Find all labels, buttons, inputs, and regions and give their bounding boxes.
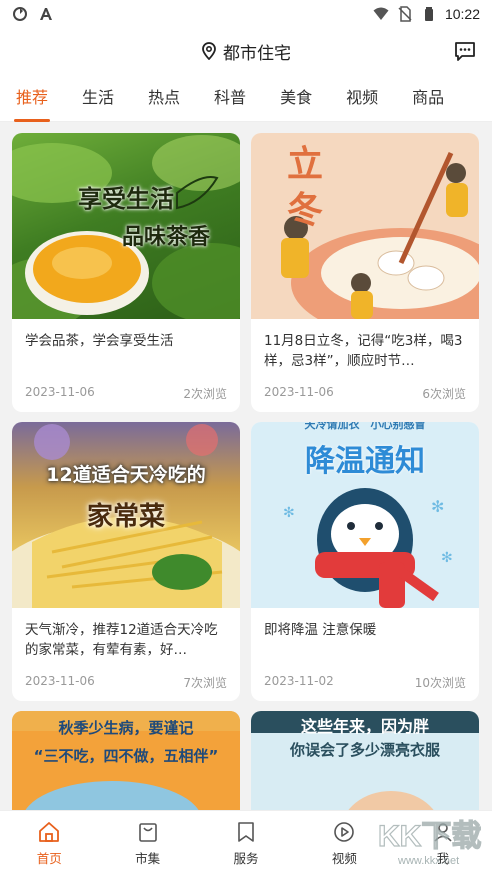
top-bar: 都市住宅: [0, 28, 492, 74]
nav-home-label: 首页: [36, 851, 62, 866]
article-card[interactable]: 秋季少生病，要谨记 “三不吃，四不做，五相伴”: [12, 711, 240, 810]
no-sim-icon: [398, 6, 412, 22]
wifi-icon: [373, 7, 389, 20]
article-image: 这些年来，因为胖 你误会了多少漂亮衣服: [251, 711, 479, 810]
tab-video[interactable]: 视频: [346, 74, 378, 122]
article-date: 2023-11-02: [264, 674, 334, 688]
article-views: 6次浏览: [422, 387, 466, 401]
location-label: 都市住宅: [223, 43, 291, 64]
image-caption-line2: 冬: [286, 189, 323, 231]
article-image: 享受生活 品味茶香: [12, 133, 240, 319]
status-time: 10:22: [444, 6, 480, 22]
article-title: 11月8日立冬，记得“吃3样，喝3样，忌3样”，顺应时节…: [264, 333, 463, 369]
article-image: 立 冬: [251, 133, 479, 319]
article-title: 天气渐冷，推荐12道适合天冷吃的家常菜，有荤有素，好…: [25, 622, 218, 658]
bookmark-icon: [238, 822, 254, 842]
message-icon[interactable]: [454, 40, 476, 62]
article-image: 秋季少生病，要谨记 “三不吃，四不做，五相伴”: [12, 711, 240, 810]
image-caption-line2: 你误会了多少漂亮衣服: [289, 741, 440, 759]
image-caption-line1: 天冷请加衣 小心别感冒: [304, 422, 426, 431]
svg-text:www.kkx.net: www.kkx.net: [397, 855, 459, 867]
svg-text:✻: ✻: [441, 550, 453, 566]
article-card[interactable]: 这些年来，因为胖 你误会了多少漂亮衣服: [251, 711, 479, 810]
article-image: 12道适合天冷吃的 家常菜: [12, 422, 240, 608]
nav-service[interactable]: 服务: [197, 811, 295, 876]
status-bar: 10:22: [0, 0, 492, 28]
nav-market[interactable]: 市集: [98, 811, 196, 876]
nav-video-label: 视频: [331, 851, 357, 866]
nav-home[interactable]: 首页: [0, 811, 98, 876]
article-title: 学会品茶，学会享受生活: [25, 333, 174, 349]
image-caption-line1: 12道适合天冷吃的: [46, 464, 206, 486]
tab-goods[interactable]: 商品: [412, 74, 444, 122]
image-caption-line1: 秋季少生病，要谨记: [58, 719, 194, 737]
article-views: 7次浏览: [183, 676, 227, 690]
battery-icon: [424, 7, 433, 21]
sync-icon: [13, 7, 27, 21]
article-date: 2023-11-06: [25, 385, 95, 399]
image-caption-line2: 品味茶香: [121, 224, 210, 250]
shopping-bag-icon: [138, 823, 157, 842]
location-pin-icon: [202, 42, 216, 60]
image-caption-line1: 享受生活: [78, 184, 174, 213]
article-date: 2023-11-06: [264, 385, 334, 399]
article-views: 10次浏览: [414, 676, 466, 690]
location-selector[interactable]: 都市住宅: [201, 39, 291, 64]
svg-text:KK下载: KK下载: [378, 820, 481, 853]
image-caption-line2: 家常菜: [86, 502, 165, 532]
font-a-icon: [40, 8, 52, 20]
image-caption-line2: 降温通知: [305, 444, 425, 479]
svg-text:✻: ✻: [431, 497, 444, 516]
article-card[interactable]: 12道适合天冷吃的 家常菜 天气渐冷，推荐12道适合天冷吃的家常菜，有荤有素，好…: [12, 422, 240, 701]
article-card[interactable]: ✻ ✻ ✻ 天冷请加衣 小心别感冒 降温通知 即将降温 注意保暖 2023-11…: [251, 422, 479, 701]
nav-market-label: 市集: [135, 851, 161, 866]
article-date: 2023-11-06: [25, 674, 95, 688]
image-caption-line2: “三不吃，四不做，五相伴”: [33, 747, 219, 765]
article-feed: 享受生活 品味茶香 学会品茶，学会享受生活 2023-11-06 2次浏览 12…: [12, 133, 480, 810]
kk-watermark-logo: KK下载 www.kkx.net: [376, 810, 486, 870]
image-caption-line1: 这些年来，因为胖: [300, 717, 429, 736]
article-card[interactable]: 立 冬 11月8日立冬，记得“吃3样，喝3样，忌3样”，顺应时节… 2023-1…: [251, 133, 479, 412]
tab-food[interactable]: 美食: [280, 74, 312, 122]
image-caption-line1: 立: [286, 143, 323, 185]
article-card[interactable]: 享受生活 品味茶香 学会品茶，学会享受生活 2023-11-06 2次浏览: [12, 133, 240, 412]
svg-text:✻: ✻: [283, 505, 295, 521]
tab-life[interactable]: 生活: [82, 74, 114, 122]
article-title: 即将降温 注意保暖: [264, 622, 377, 638]
tab-recommend[interactable]: 推荐: [13, 74, 51, 122]
play-circle-icon: [334, 822, 355, 842]
article-image: ✻ ✻ ✻ 天冷请加衣 小心别感冒 降温通知: [251, 422, 479, 608]
tab-science[interactable]: 科普: [214, 74, 246, 122]
home-icon: [39, 822, 60, 842]
nav-service-label: 服务: [233, 851, 259, 866]
article-views: 2次浏览: [183, 387, 227, 401]
category-tabs: 推荐 生活 热点 科普 美食 视频 商品: [0, 74, 492, 122]
tab-hot[interactable]: 热点: [148, 74, 180, 122]
